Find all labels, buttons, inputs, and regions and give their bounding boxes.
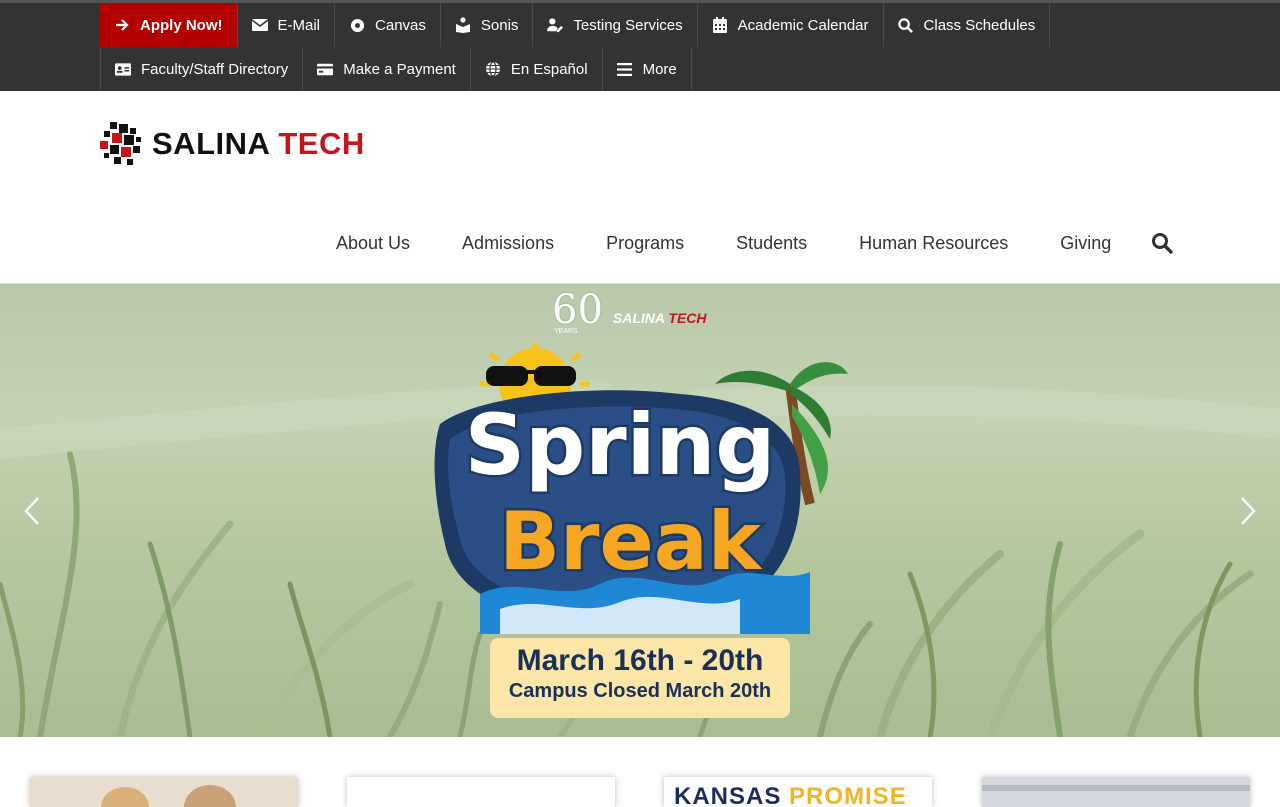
slider-next-arrow[interactable]	[1238, 496, 1258, 526]
credit-card-icon	[317, 61, 334, 77]
site-logo[interactable]: SALINA TECH	[100, 122, 365, 166]
email-link[interactable]: E-Mail	[238, 3, 336, 47]
search-icon	[898, 17, 914, 33]
nav-students[interactable]: Students	[710, 229, 833, 257]
feature-card-2[interactable]	[347, 777, 615, 807]
utility-row-2: Faculty/Staff Directory Make a Payment E…	[100, 47, 692, 91]
hero-slider: 60 YEARS SALINA TECH Spring Break March …	[0, 284, 1280, 737]
logo-text-salina: SALINA	[152, 126, 270, 161]
id-card-icon	[115, 61, 131, 77]
feature-cards: KANSAS PROMISE	[0, 737, 1280, 807]
nav-programs[interactable]: Programs	[580, 229, 710, 257]
testing-services-link[interactable]: Testing Services	[533, 3, 698, 47]
site-search-icon[interactable]	[1151, 232, 1173, 254]
feature-card-4[interactable]	[982, 777, 1250, 807]
academic-calendar-label: Academic Calendar	[737, 16, 869, 34]
calendar-icon	[712, 17, 728, 33]
utility-row-1: Apply Now! E-Mail Canvas Sonis Testing S…	[100, 3, 1051, 47]
utility-bar: Apply Now! E-Mail Canvas Sonis Testing S…	[0, 0, 1280, 91]
class-schedules-label: Class Schedules	[923, 16, 1036, 34]
email-label: E-Mail	[277, 16, 321, 34]
sonis-link[interactable]: Sonis	[441, 3, 534, 47]
logo-text-tech: TECH	[278, 126, 365, 161]
class-schedules-link[interactable]: Class Schedules	[884, 3, 1051, 47]
nav-giving[interactable]: Giving	[1034, 229, 1137, 257]
nav-human-resources[interactable]: Human Resources	[833, 229, 1034, 257]
badge-brand: SALINA TECH	[613, 310, 707, 326]
spring-break-graphic: Spring Break	[434, 344, 848, 634]
kansas-word: KANSAS	[674, 783, 782, 807]
arrow-right-icon	[114, 17, 130, 33]
badge-brand-tech: TECH	[668, 310, 707, 326]
make-payment-link[interactable]: Make a Payment	[303, 47, 471, 91]
logo-wordmark: SALINA TECH	[152, 126, 365, 162]
faculty-directory-label: Faculty/Staff Directory	[141, 60, 289, 78]
promise-word: PROMISE	[789, 783, 907, 807]
spring-break-dates: March 16th - 20th	[516, 644, 764, 677]
feature-card-1[interactable]	[30, 777, 298, 807]
campus-closed-note: Campus Closed March 20th	[508, 680, 772, 702]
canvas-link[interactable]: Canvas	[335, 3, 441, 47]
badge-brand-salina: SALINA	[612, 310, 665, 326]
card-photo-image	[30, 777, 298, 807]
main-navigation: About Us Admissions Programs Students Hu…	[310, 229, 1173, 257]
card-photo-image	[982, 777, 1250, 807]
sixty-number: 60	[552, 287, 603, 333]
testing-services-label: Testing Services	[573, 16, 683, 34]
canvas-icon	[349, 17, 365, 33]
envelope-icon	[251, 17, 268, 33]
globe-icon	[485, 61, 501, 77]
kansas-promise-heading: KANSAS PROMISE	[674, 783, 907, 807]
sixty-years-badge: 60 YEARS SALINA TECH	[552, 287, 707, 335]
years-label: YEARS	[554, 328, 578, 335]
canvas-label: Canvas	[375, 16, 426, 34]
nav-admissions[interactable]: Admissions	[436, 229, 580, 257]
feature-card-kansas-promise[interactable]: KANSAS PROMISE	[664, 777, 932, 807]
site-header: SALINA TECH About Us Admissions Programs…	[0, 91, 1280, 284]
apply-now-label: Apply Now!	[140, 16, 223, 34]
make-payment-label: Make a Payment	[343, 60, 456, 78]
break-word: Break	[499, 495, 763, 588]
espanol-label: En Español	[510, 60, 588, 78]
academic-calendar-link[interactable]: Academic Calendar	[698, 3, 884, 47]
slider-prev-arrow[interactable]	[22, 496, 42, 526]
book-reader-icon	[455, 17, 471, 33]
more-menu-button[interactable]: More	[603, 47, 692, 91]
sonis-label: Sonis	[480, 16, 519, 34]
user-edit-icon	[547, 17, 564, 33]
bars-icon	[617, 61, 633, 77]
nav-about-us[interactable]: About Us	[310, 229, 436, 257]
faculty-directory-link[interactable]: Faculty/Staff Directory	[100, 47, 304, 91]
more-label: More	[642, 60, 677, 78]
logo-mark-icon	[100, 122, 141, 165]
spring-break-dates-box: March 16th - 20th Campus Closed March 20…	[490, 638, 790, 718]
espanol-link[interactable]: En Español	[471, 47, 603, 91]
spring-word: Spring	[465, 396, 776, 494]
apply-now-link[interactable]: Apply Now!	[100, 3, 238, 47]
